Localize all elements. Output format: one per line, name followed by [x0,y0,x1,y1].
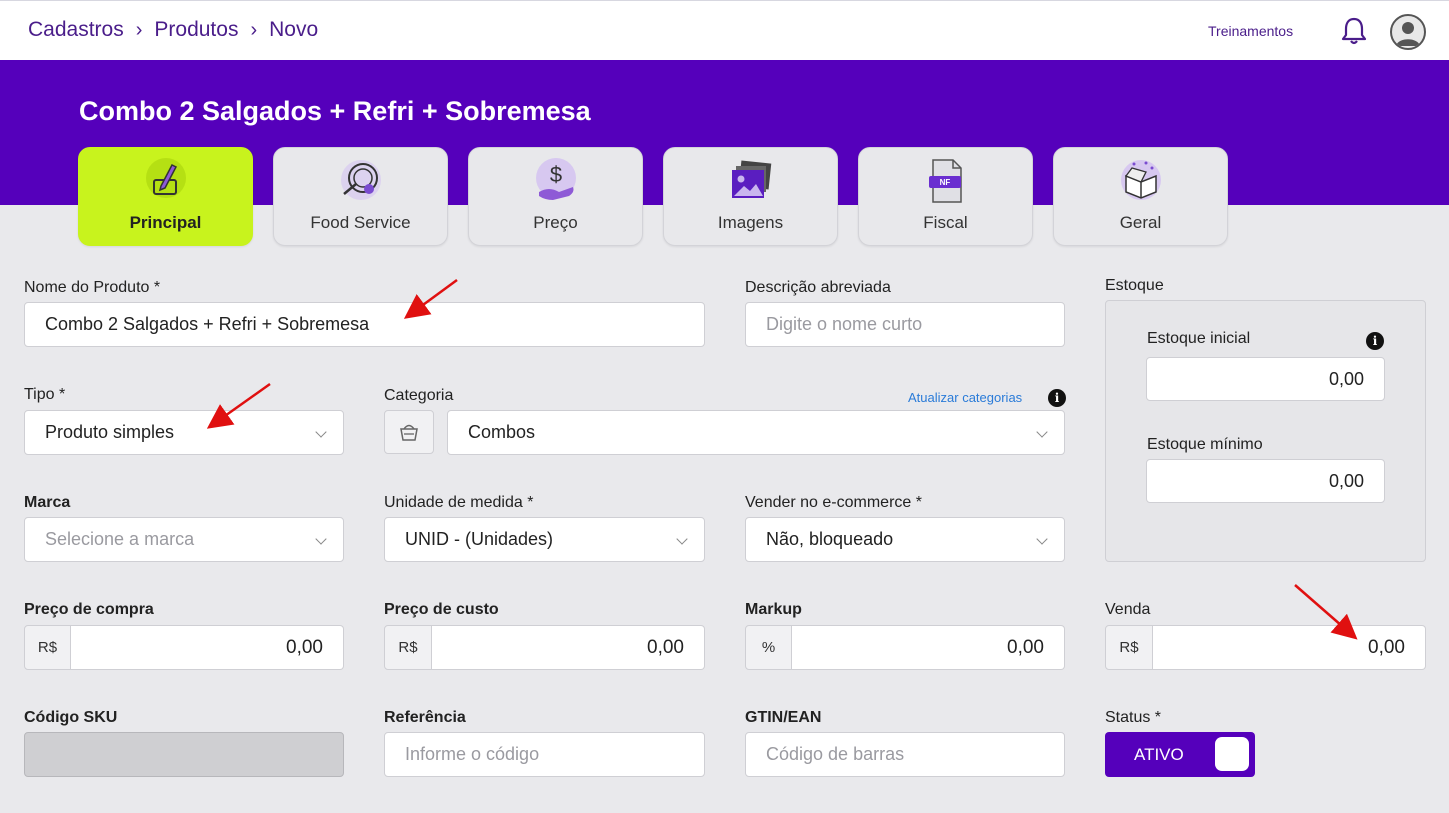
box-icon [1113,153,1169,209]
page-title: Combo 2 Salgados + Refri + Sobremesa [79,96,591,126]
tab-label: Principal [129,213,202,232]
currency-prefix: R$ [384,625,432,670]
pencil-icon [138,153,194,209]
sku-label: Código SKU [24,709,118,726]
sku-input [24,732,344,777]
svg-text:NF: NF [939,178,950,187]
purchase-price-input[interactable]: 0,00 [71,625,344,670]
initial-stock-input[interactable]: 0,00 [1146,357,1385,401]
breadcrumb: Cadastros › Produtos › Novo [28,18,318,42]
info-icon[interactable]: i [1366,332,1384,350]
sale-price-input[interactable]: 0,00 [1153,625,1426,670]
avatar-icon[interactable] [1390,14,1426,50]
tab-imagens[interactable]: Imagens [663,147,838,246]
markup-input[interactable]: 0,00 [792,625,1065,670]
status-toggle[interactable]: ATIVO [1105,732,1255,777]
tab-bar: Principal Food Service $ Preço Imagens N… [78,147,1228,246]
tab-principal[interactable]: Principal [78,147,253,246]
gtin-input[interactable]: Código de barras [745,732,1065,777]
breadcrumb-novo: Novo [269,18,319,41]
top-bar: Cadastros › Produtos › Novo Treinamentos [0,0,1449,60]
reference-input[interactable]: Informe o código [384,732,705,777]
sale-price-label: Venda [1105,601,1151,618]
category-basket-button[interactable] [384,410,434,454]
tab-label: Imagens [717,213,784,232]
gtin-label: GTIN/EAN [745,709,822,726]
cost-price-label: Preço de custo [384,601,499,618]
category-select[interactable]: Combos [447,410,1065,455]
breadcrumb-produtos[interactable]: Produtos [154,18,238,42]
product-name-input[interactable]: Combo 2 Salgados + Refri + Sobremesa [24,302,705,347]
tab-label: Geral [1119,213,1162,232]
ecommerce-label: Vender no e-commerce * [745,494,922,511]
currency-prefix: R$ [24,625,71,670]
breadcrumb-cadastros[interactable]: Cadastros [28,18,124,42]
stock-title: Estoque [1105,277,1164,294]
images-icon [723,153,779,209]
brand-select[interactable]: Selecione a marca [24,517,344,562]
brand-label: Marca [24,494,71,511]
tab-food-service[interactable]: Food Service [273,147,448,246]
cost-price-input[interactable]: 0,00 [432,625,705,670]
currency-prefix: R$ [1105,625,1153,670]
info-icon[interactable]: i [1048,389,1066,407]
reference-label: Referência [384,709,466,726]
bell-icon[interactable] [1340,16,1368,46]
unit-label: Unidade de medida * [384,494,534,511]
short-description-input[interactable]: Digite o nome curto [745,302,1065,347]
ecommerce-select[interactable]: Não, bloqueado [745,517,1065,562]
tab-label: Preço [533,213,578,232]
status-toggle-label: ATIVO [1134,745,1184,764]
trainings-link[interactable]: Treinamentos [1208,23,1293,39]
chevron-right-icon: › [135,18,143,41]
min-stock-label: Estoque mínimo [1147,436,1263,453]
percent-prefix: % [745,625,792,670]
chevron-right-icon: › [250,18,258,41]
tab-label: Food Service [310,213,411,232]
markup-label: Markup [745,601,802,618]
purchase-price-label: Preço de compra [24,601,154,618]
status-label: Status * [1105,709,1162,726]
plate-cutlery-icon [333,153,389,209]
basket-icon [400,424,418,441]
min-stock-input[interactable]: 0,00 [1146,459,1385,503]
initial-stock-label: Estoque inicial [1147,330,1251,347]
dollar-hand-icon: $ [528,153,584,209]
update-categories-link[interactable]: Atualizar categorias [908,390,1022,405]
tab-preco[interactable]: $ Preço [468,147,643,246]
svg-text:$: $ [549,162,561,187]
unit-select[interactable]: UNID - (Unidades) [384,517,705,562]
short-description-label: Descrição abreviada [745,279,891,296]
category-label: Categoria [384,387,454,404]
type-select[interactable]: Produto simples [24,410,344,455]
type-label: Tipo * [24,386,66,403]
tab-label: Fiscal [923,213,968,232]
invoice-nf-icon: NF [918,153,974,209]
product-name-label: Nome do Produto * [24,279,161,296]
toggle-knob [1215,737,1249,771]
tab-geral[interactable]: Geral [1053,147,1228,246]
tab-fiscal[interactable]: NF Fiscal [858,147,1033,246]
